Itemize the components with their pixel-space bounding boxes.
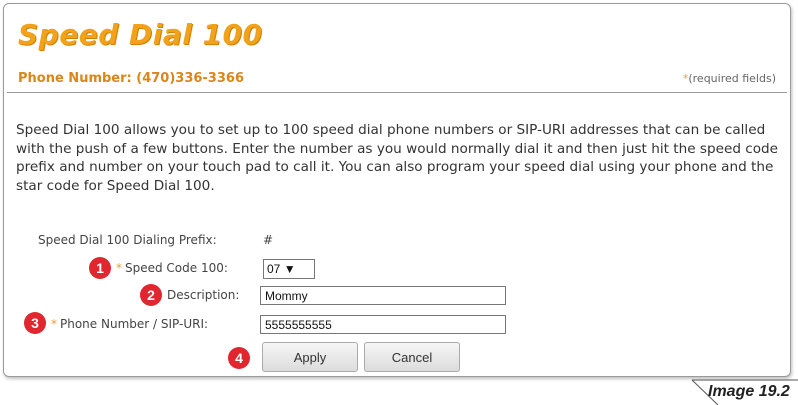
image-caption: Image 19.2	[708, 383, 790, 400]
caption-tab-shape	[691, 379, 798, 405]
